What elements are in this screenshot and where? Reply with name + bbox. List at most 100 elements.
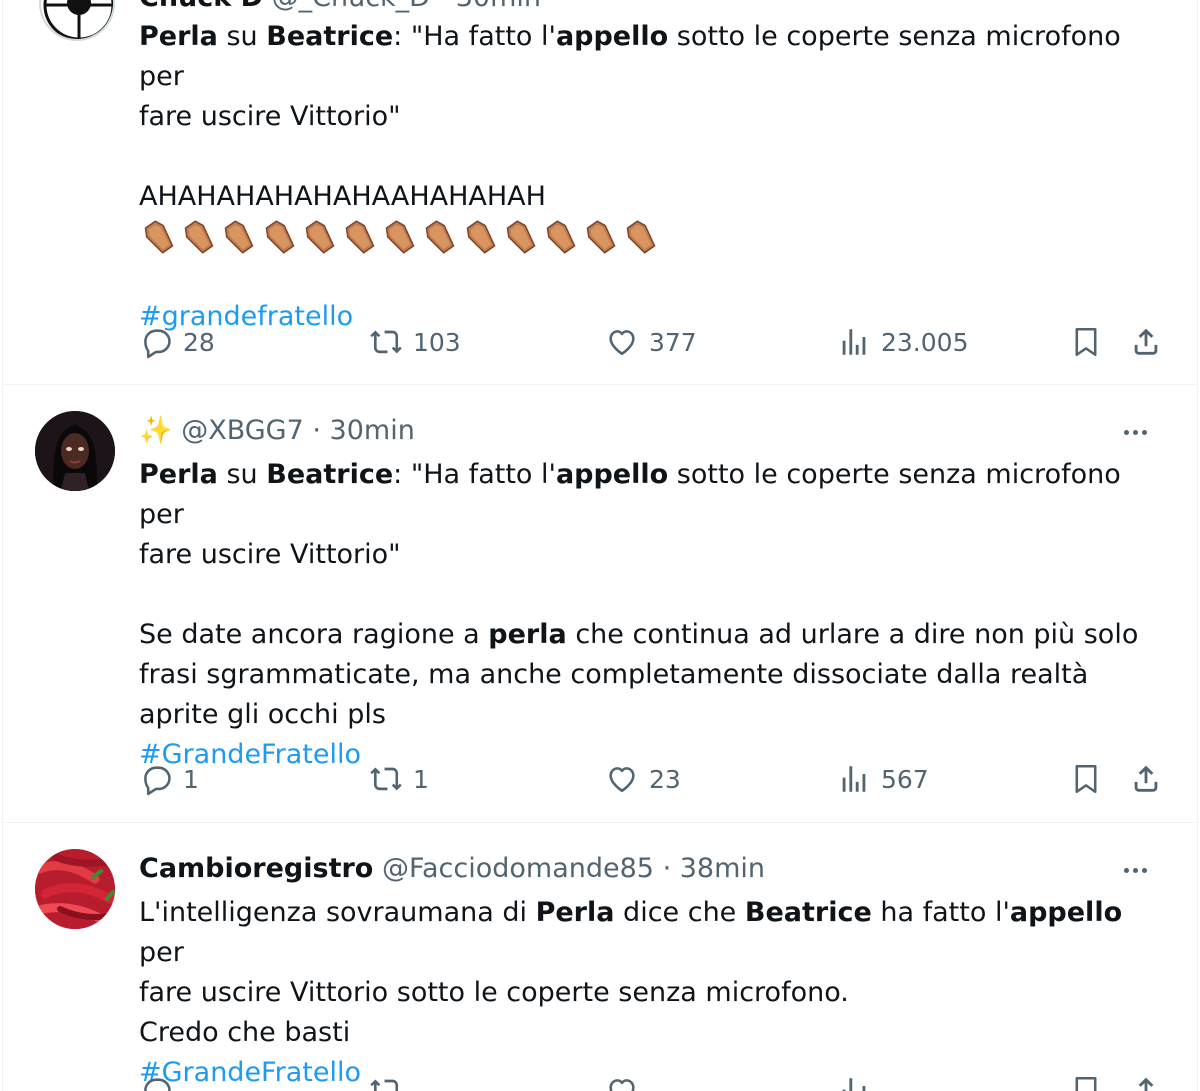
timestamp[interactable]: 30min <box>456 0 541 13</box>
like-count: 377 <box>649 327 697 357</box>
chili-peppers-avatar-icon <box>35 849 115 929</box>
column-border-right <box>1197 0 1198 1091</box>
like-count: 23 <box>649 764 681 794</box>
coffin-emoji-icon <box>179 217 219 257</box>
display-name[interactable]: Chuck D <box>139 0 263 13</box>
more-icon <box>1123 429 1129 435</box>
retweet-icon <box>370 1079 399 1091</box>
separator: · <box>430 0 456 13</box>
tweet-1-text: Perla su Beatrice: "Ha fatto l'appello s… <box>139 17 1169 337</box>
separator: · <box>653 853 680 884</box>
handle[interactable]: @Facciodomande85 <box>382 853 654 884</box>
tweet-2-actions: 1 1 23 567 <box>139 759 1179 799</box>
share-button[interactable] <box>1129 322 1163 362</box>
retweet-button[interactable]: 1 <box>369 759 429 799</box>
reply-count: 1 <box>183 764 199 794</box>
public-enemy-logo-icon <box>43 0 113 39</box>
tweet-line: Credo che basti <box>139 1017 351 1048</box>
tweet-line: AHAHAHAHAHAHAAHAHAHAH <box>139 181 546 212</box>
reply-icon <box>144 766 171 796</box>
views-count: 567 <box>881 764 929 794</box>
like-button[interactable] <box>605 1071 639 1091</box>
tweet-3-header: Cambioregistro @Facciodomande85 · 38min <box>139 849 765 889</box>
tweet-line: frasi sgrammaticate, ma anche completame… <box>139 659 1089 690</box>
bookmark-icon <box>1075 327 1097 357</box>
views-icon <box>842 329 866 355</box>
timestamp[interactable]: 30min <box>330 415 415 446</box>
bookmark-icon <box>1075 764 1097 794</box>
share-icon <box>1134 328 1158 355</box>
like-button[interactable]: 23 <box>605 759 681 799</box>
like-icon <box>609 1079 635 1091</box>
bookmark-button[interactable] <box>1069 1071 1103 1091</box>
tweet-line: fare uscire Vittorio" <box>139 539 401 570</box>
share-button[interactable] <box>1129 759 1163 799</box>
more-icon <box>1123 867 1129 873</box>
tweet-line: aprite gli occhi pls <box>139 699 386 730</box>
coffin-emoji-icon <box>300 217 340 257</box>
coffin-emoji-icon <box>621 217 661 257</box>
bookmark-button[interactable] <box>1069 322 1103 362</box>
bookmark-icon <box>1075 1076 1097 1091</box>
display-name[interactable]: Cambioregistro <box>139 853 373 884</box>
reply-count: 28 <box>183 327 215 357</box>
coffin-emoji-icon <box>420 217 460 257</box>
views-button[interactable]: 567 <box>837 759 929 799</box>
more-options-button[interactable] <box>1113 417 1157 447</box>
views-count: 23.005 <box>881 327 969 357</box>
tweet-2[interactable]: ✨ @XBGG7 · 30min Perla su Beatrice: "Ha … <box>3 385 1197 822</box>
coffin-emoji-icon <box>501 217 541 257</box>
tweet-line: fare uscire Vittorio" <box>139 101 401 132</box>
avatar-cambioregistro[interactable] <box>35 849 115 929</box>
handle[interactable]: @_Chuck_D <box>272 0 430 13</box>
coffin-emoji-icon <box>219 217 259 257</box>
tweet-1-header: Chuck D @_Chuck_D · 30min <box>139 0 541 18</box>
avatar-xbgg7[interactable] <box>35 411 115 491</box>
tweet-line: Perla su Beatrice: "Ha fatto l'appello s… <box>139 459 1121 530</box>
tweet-line: Perla su Beatrice: "Ha fatto l'appello s… <box>139 21 1121 92</box>
tweet-3[interactable]: Cambioregistro @Facciodomande85 · 38min … <box>3 823 1197 1091</box>
reply-button[interactable] <box>139 1071 173 1091</box>
like-button[interactable]: 377 <box>605 322 697 362</box>
views-icon <box>842 1078 866 1091</box>
display-name-emoji[interactable]: ✨ <box>139 415 173 446</box>
views-button[interactable] <box>837 1071 871 1091</box>
reply-icon <box>144 1078 171 1091</box>
timeline-feed: Chuck D @_Chuck_D · 30min Perla su Beatr… <box>0 0 1200 1091</box>
tweet-2-header: ✨ @XBGG7 · 30min <box>139 411 415 451</box>
retweet-count: 1 <box>413 764 429 794</box>
retweet-button[interactable] <box>369 1071 403 1091</box>
retweet-button[interactable]: 103 <box>369 322 461 362</box>
share-icon <box>1138 1077 1154 1091</box>
bookmark-button[interactable] <box>1069 759 1103 799</box>
avatar-chuck-d[interactable] <box>39 0 115 41</box>
more-icon <box>1141 867 1147 873</box>
like-icon <box>609 330 635 356</box>
coffin-emoji-icon <box>260 217 300 257</box>
tweet-line: fare uscire Vittorio sotto le coperte se… <box>139 977 849 1008</box>
tweet-1-actions: 28 103 377 23.005 <box>139 322 1179 362</box>
reply-button[interactable]: 28 <box>139 322 215 362</box>
avatar-illustration-icon <box>35 411 115 491</box>
more-options-button[interactable] <box>1113 855 1157 885</box>
share-button[interactable] <box>1129 1071 1163 1091</box>
coffin-emoji-icon <box>139 217 179 257</box>
separator: · <box>303 415 330 446</box>
views-button[interactable]: 23.005 <box>837 322 968 362</box>
more-icon <box>1141 429 1147 435</box>
handle[interactable]: @XBGG7 <box>181 415 304 446</box>
tweet-1[interactable]: Chuck D @_Chuck_D · 30min Perla su Beatr… <box>3 0 1197 384</box>
tweet-2-text: Perla su Beatrice: "Ha fatto l'appello s… <box>139 455 1169 775</box>
coffin-emoji-icon <box>461 217 501 257</box>
more-icon <box>1132 429 1138 435</box>
timestamp[interactable]: 38min <box>680 853 765 884</box>
views-icon <box>842 766 866 792</box>
reply-button[interactable]: 1 <box>139 759 199 799</box>
reply-icon <box>144 329 171 359</box>
retweet-icon <box>370 330 402 354</box>
tweet-3-actions <box>139 1071 1179 1091</box>
retweet-icon <box>370 767 402 791</box>
retweet-count: 103 <box>413 327 461 357</box>
more-icon <box>1132 867 1138 873</box>
tweet-line: L'intelligenza sovraumana di Perla dice … <box>139 897 1123 968</box>
